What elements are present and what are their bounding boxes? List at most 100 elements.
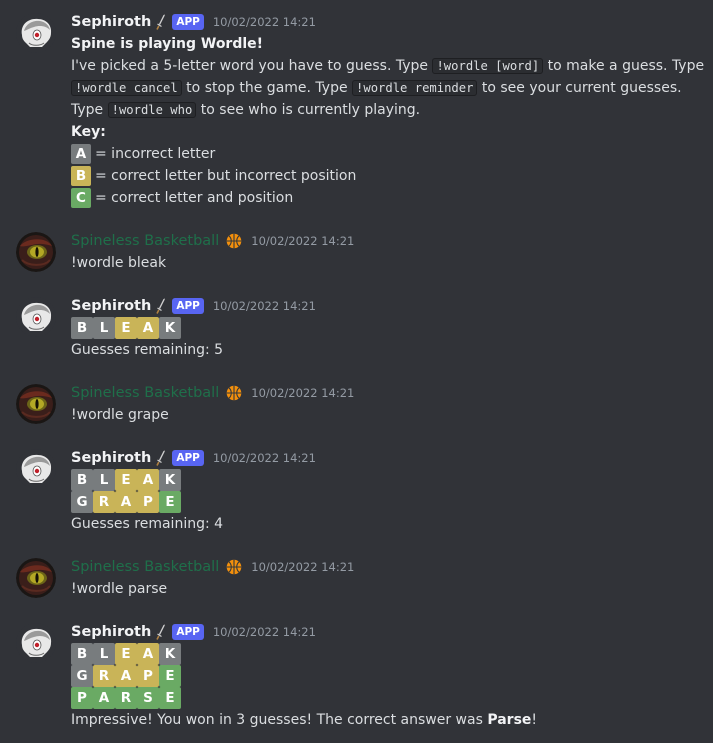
message-header: Sephiroth APP 10/02/2022 14:21: [71, 447, 316, 469]
sephiroth-avatar-icon[interactable]: [16, 623, 56, 663]
user-username[interactable]: Spineless Basketball: [71, 559, 219, 575]
cmd-cancel: !wordle cancel: [71, 80, 182, 96]
guesses-remaining: Guesses remaining: 5: [71, 342, 224, 358]
key-text: = correct letter but incorrect position: [95, 168, 357, 184]
guess-command: !wordle grape: [71, 407, 169, 423]
key-tile: A: [71, 144, 91, 164]
final-message: Impressive! You won in 3 guesses! The co…: [71, 709, 537, 731]
key-row-incorrect: A = incorrect letter: [71, 143, 215, 165]
board-row-grape: G R A P E: [71, 491, 181, 513]
key-row-position: B = correct letter but incorrect position: [71, 165, 356, 187]
letter-tile: K: [159, 317, 181, 339]
letter-tile: G: [71, 665, 93, 687]
letter-tile: A: [93, 687, 115, 709]
sword-icon: [156, 298, 166, 314]
bot-username[interactable]: Sephiroth: [71, 624, 151, 640]
letter-tile: P: [137, 665, 159, 687]
user-username[interactable]: Spineless Basketball: [71, 385, 219, 401]
bot-username[interactable]: Sephiroth: [71, 450, 151, 466]
app-badge: APP: [172, 450, 204, 466]
letter-tile: R: [93, 665, 115, 687]
letter-tile: E: [115, 469, 137, 491]
letter-tile: P: [71, 687, 93, 709]
letter-tile: E: [159, 491, 181, 513]
cmd-guess: !wordle [word]: [432, 58, 544, 74]
key-text: = correct letter and position: [95, 190, 294, 206]
basketball-icon: [226, 559, 242, 575]
board-row-bleak: B L E A K: [71, 317, 181, 339]
key-text: = incorrect letter: [95, 146, 216, 162]
intro-line-1: I've picked a 5-letter word you have to …: [71, 55, 704, 77]
user-username[interactable]: Spineless Basketball: [71, 233, 219, 249]
letter-tile: L: [93, 643, 115, 665]
app-badge: APP: [172, 298, 204, 314]
sword-icon: [156, 624, 166, 640]
letter-tile: E: [159, 687, 181, 709]
app-badge: APP: [172, 624, 204, 640]
letter-tile: R: [115, 687, 137, 709]
intro-text: Type: [71, 102, 108, 118]
timestamp[interactable]: 10/02/2022 14:21: [213, 299, 316, 313]
message-header: Sephiroth APP 10/02/2022 14:21: [71, 621, 316, 643]
board-row-bleak: B L E A K: [71, 469, 181, 491]
intro-title: Spine is playing Wordle!: [71, 36, 264, 52]
timestamp[interactable]: 10/02/2022 14:21: [213, 451, 316, 465]
intro-text: I've picked a 5-letter word you have to …: [71, 58, 433, 74]
spineless-avatar-icon[interactable]: [16, 558, 56, 598]
basketball-icon: [226, 385, 242, 401]
timestamp[interactable]: 10/02/2022 14:21: [213, 15, 316, 29]
key-tile: C: [71, 188, 91, 208]
letter-tile: L: [93, 469, 115, 491]
letter-tile: E: [159, 665, 181, 687]
message-header: Spineless Basketball 10/02/2022 14:21: [71, 382, 354, 404]
letter-tile: B: [71, 643, 93, 665]
cmd-who: !wordle who: [107, 102, 197, 118]
basketball-icon: [226, 233, 242, 249]
guess-command: !wordle parse: [71, 581, 168, 597]
letter-tile: E: [115, 317, 137, 339]
guess-command: !wordle bleak: [71, 255, 167, 271]
board-row-grape: G R A P E: [71, 665, 181, 687]
key-row-correct: C = correct letter and position: [71, 187, 293, 209]
timestamp[interactable]: 10/02/2022 14:21: [251, 234, 354, 248]
intro-line-3: Type !wordle who to see who is currently…: [71, 99, 420, 121]
key-label: Key:: [71, 124, 106, 140]
timestamp[interactable]: 10/02/2022 14:21: [251, 560, 354, 574]
bot-username[interactable]: Sephiroth: [71, 298, 151, 314]
letter-tile: A: [137, 643, 159, 665]
letter-tile: A: [115, 491, 137, 513]
letter-tile: A: [137, 469, 159, 491]
letter-tile: R: [93, 491, 115, 513]
intro-text: to see your current guesses.: [477, 80, 682, 96]
final-text: Impressive! You won in 3 guesses! The co…: [71, 712, 488, 728]
sephiroth-avatar-icon[interactable]: [16, 13, 56, 53]
letter-tile: K: [159, 643, 181, 665]
message-header: Spineless Basketball 10/02/2022 14:21: [71, 230, 354, 252]
letter-tile: E: [115, 643, 137, 665]
letter-tile: A: [115, 665, 137, 687]
timestamp[interactable]: 10/02/2022 14:21: [251, 386, 354, 400]
letter-tile: S: [137, 687, 159, 709]
intro-line-2: !wordle cancel to stop the game. Type !w…: [71, 77, 682, 99]
spineless-avatar-icon[interactable]: [16, 384, 56, 424]
bot-username[interactable]: Sephiroth: [71, 14, 151, 30]
sephiroth-avatar-icon[interactable]: [16, 449, 56, 489]
letter-tile: A: [137, 317, 159, 339]
sword-icon: [156, 450, 166, 466]
spineless-avatar-icon[interactable]: [16, 232, 56, 272]
key-tile: B: [71, 166, 91, 186]
message-header: Spineless Basketball 10/02/2022 14:21: [71, 556, 354, 578]
letter-tile: K: [159, 469, 181, 491]
intro-text: to make a guess. Type: [543, 58, 705, 74]
timestamp[interactable]: 10/02/2022 14:21: [213, 625, 316, 639]
app-badge: APP: [172, 14, 204, 30]
board-row-bleak: B L E A K: [71, 643, 181, 665]
guesses-remaining: Guesses remaining: 4: [71, 516, 224, 532]
sephiroth-avatar-icon[interactable]: [16, 297, 56, 337]
final-answer: Parse: [487, 712, 532, 728]
message-header: Sephiroth APP 10/02/2022 14:21: [71, 295, 316, 317]
sword-icon: [156, 14, 166, 30]
message-header: Sephiroth APP 10/02/2022 14:21: [71, 11, 316, 33]
intro-text: to stop the game. Type: [181, 80, 353, 96]
letter-tile: L: [93, 317, 115, 339]
